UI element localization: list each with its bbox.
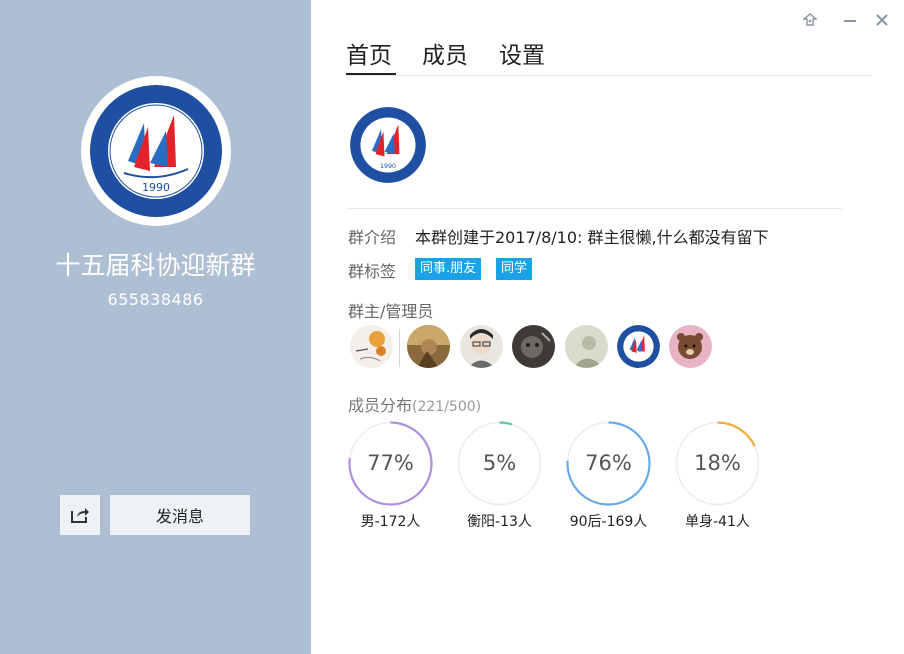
avatar-separator — [399, 329, 400, 367]
tab-settings[interactable]: 设置 — [499, 36, 545, 70]
stat-percent: 18% — [694, 451, 741, 475]
section-divider — [346, 208, 842, 209]
admins-label: 群主/管理员 — [348, 302, 434, 321]
intro-text: 本群创建于2017/8/10: 群主很懒,什么都没有留下 — [415, 228, 769, 247]
pin-icon — [803, 13, 817, 26]
group-logo-small[interactable]: 1990 — [349, 106, 427, 184]
active-tab-indicator — [346, 73, 396, 75]
stat-caption: 单身-41人 — [685, 514, 750, 530]
admin-avatar-2[interactable] — [460, 325, 503, 368]
group-name: 十五届科协迎新群 — [55, 251, 256, 280]
small-logo-year: 1990 — [380, 163, 396, 170]
admin-avatar-1[interactable] — [407, 325, 450, 368]
logo-year: 1990 — [142, 181, 170, 194]
group-tag[interactable]: 同学 — [496, 258, 533, 280]
admin-avatar-5[interactable] — [617, 325, 660, 368]
stat-percent: 77% — [367, 451, 414, 475]
close-button[interactable] — [872, 10, 892, 30]
stat-percent: 76% — [585, 451, 632, 475]
group-id: 655838486 — [107, 290, 204, 309]
share-icon — [71, 508, 89, 523]
group-tag[interactable]: 同事.朋友 — [415, 258, 482, 280]
member-distribution-label: 成员分布(221/500) — [348, 392, 481, 416]
group-avatar[interactable]: 1990 — [81, 76, 231, 226]
admin-avatar-6[interactable] — [669, 325, 712, 368]
stat-caption: 90后-169人 — [569, 514, 648, 530]
school-logo-icon: 1990 — [90, 85, 222, 217]
pin-button[interactable] — [800, 10, 820, 30]
minimize-button[interactable] — [840, 10, 860, 30]
stat-age[interactable]: 76% 90后-169人 — [566, 421, 651, 530]
tab-bar: 首页 成员 设置 — [346, 36, 872, 76]
member-count: (221/500) — [412, 399, 482, 415]
stat-gender[interactable]: 77% 男-172人 — [348, 421, 433, 530]
stat-single[interactable]: 18% 单身-41人 — [675, 421, 760, 530]
tags-label: 群标签 — [348, 262, 397, 281]
intro-label: 群介绍 — [348, 228, 397, 247]
owner-avatar[interactable] — [350, 325, 393, 368]
send-message-button[interactable]: 发消息 — [110, 495, 250, 535]
stat-caption: 衡阳-13人 — [467, 514, 532, 530]
left-panel: 1990 十五届科协迎新群 655838486 发消息 — [0, 0, 311, 654]
distribution-title: 成员分布 — [348, 396, 413, 415]
admin-avatar-4[interactable] — [565, 325, 608, 368]
share-button[interactable] — [60, 495, 100, 535]
tab-members[interactable]: 成员 — [422, 36, 468, 70]
admin-avatar-3[interactable] — [512, 325, 555, 368]
stat-region[interactable]: 5% 衡阳-13人 — [457, 421, 542, 530]
close-icon — [876, 14, 888, 26]
stat-caption: 男-172人 — [360, 514, 421, 530]
minimize-icon — [844, 20, 856, 22]
tab-home[interactable]: 首页 — [346, 36, 392, 70]
stat-percent: 5% — [482, 451, 517, 475]
